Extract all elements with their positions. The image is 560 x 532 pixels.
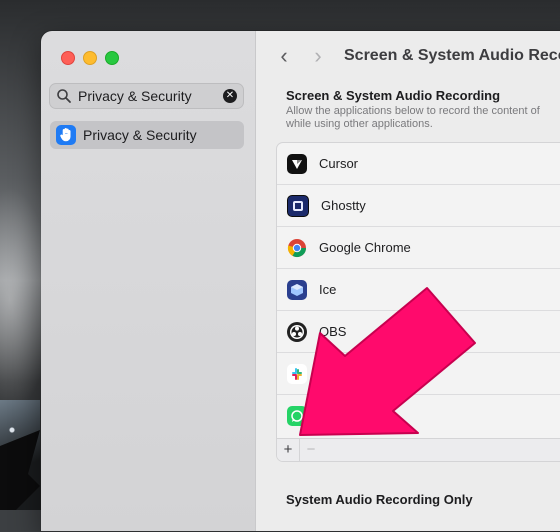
ice-app-icon xyxy=(287,279,307,300)
app-list: Cursor Ghostty Google Chrome Ice OBS App… xyxy=(276,142,560,462)
list-item[interactable]: Google Chrome xyxy=(277,227,560,269)
obs-app-icon xyxy=(287,321,307,342)
section-heading: Screen & System Audio Recording xyxy=(286,88,501,103)
clear-search-icon[interactable]: ✕ xyxy=(223,89,237,103)
system-settings-window: Privacy & Security ✕ Privacy & Security … xyxy=(40,30,560,532)
list-item[interactable]: Cursor xyxy=(277,143,560,185)
list-item[interactable]: OBS xyxy=(277,311,560,353)
forward-chevron-icon[interactable]: › xyxy=(308,45,328,67)
main-content: ‹ › Screen & System Audio Recording Scre… xyxy=(256,31,560,531)
search-field[interactable]: Privacy & Security ✕ xyxy=(49,83,244,109)
app-name: App xyxy=(351,408,375,424)
search-input[interactable]: Privacy & Security xyxy=(78,88,223,104)
zoom-window-button[interactable] xyxy=(105,51,119,65)
sidebar: Privacy & Security ✕ Privacy & Security xyxy=(41,31,256,531)
section-description-line: Allow the applications below to record t… xyxy=(286,105,540,117)
chrome-app-icon xyxy=(287,238,307,258)
window-controls xyxy=(61,51,119,65)
list-item[interactable]: Ghostty xyxy=(277,185,560,227)
add-app-button[interactable]: + xyxy=(277,439,299,461)
section-description-line: while using other applications. xyxy=(286,118,433,130)
toolbar: ‹ › Screen & System Audio Recording xyxy=(256,31,560,81)
list-item[interactable]: App xyxy=(277,395,560,437)
ghostty-app-icon xyxy=(287,194,309,217)
app-name: OBS xyxy=(319,324,347,339)
search-icon xyxy=(57,89,71,103)
section-description: Allow the applications below to record t… xyxy=(286,105,560,131)
list-footer: + − xyxy=(277,438,560,461)
list-item[interactable] xyxy=(277,353,560,395)
app-name: Ghostty xyxy=(321,198,366,213)
whatsapp-app-icon xyxy=(287,406,307,426)
sidebar-item-label: Privacy & Security xyxy=(83,127,197,143)
minimize-window-button[interactable] xyxy=(83,51,97,65)
app-name: Ice xyxy=(319,282,337,297)
sidebar-item-privacy-security[interactable]: Privacy & Security xyxy=(50,121,244,149)
list-item[interactable]: Ice xyxy=(277,269,560,311)
app-name: Cursor xyxy=(319,156,359,171)
close-window-button[interactable] xyxy=(61,51,75,65)
cursor-app-icon xyxy=(287,153,307,174)
slack-app-icon xyxy=(287,363,307,384)
section-heading-system-audio: System Audio Recording Only xyxy=(286,492,473,507)
remove-app-button[interactable]: − xyxy=(299,439,322,461)
back-chevron-icon[interactable]: ‹ xyxy=(274,45,294,67)
page-title: Screen & System Audio Recording xyxy=(344,47,560,64)
app-name: Google Chrome xyxy=(319,240,411,255)
hand-icon xyxy=(56,125,76,145)
